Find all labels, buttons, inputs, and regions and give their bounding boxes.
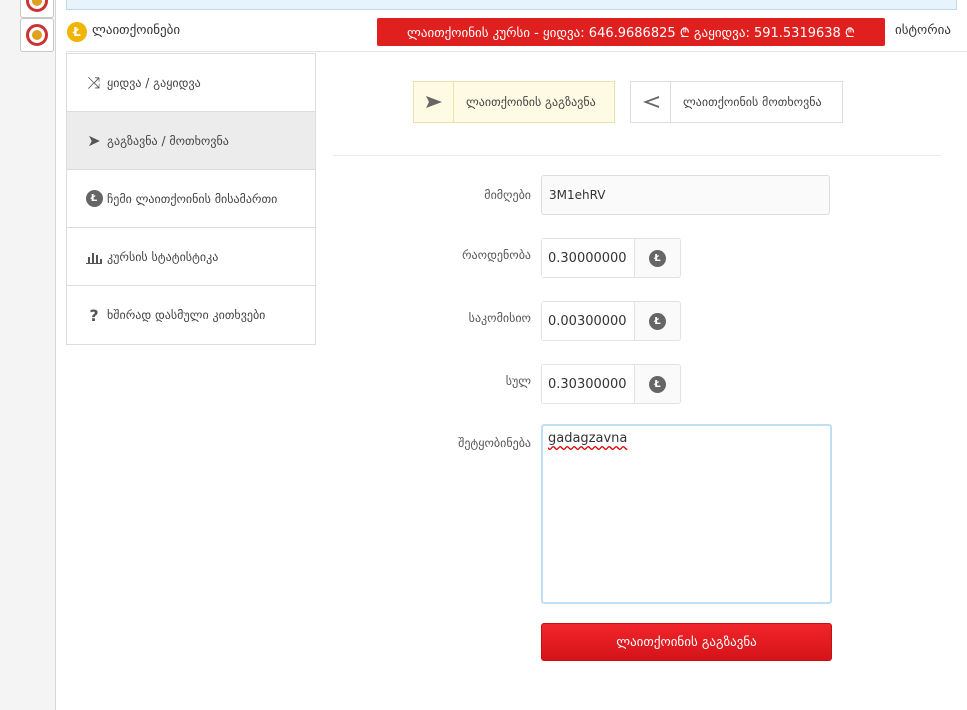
send-icon: ➤: [87, 131, 101, 150]
request-arrow-icon: [631, 82, 671, 122]
shuffle-icon: ⤨: [87, 72, 101, 92]
total-unit: Ł: [635, 365, 680, 403]
exchange-rate-text: ლაითქოინის კურსი - ყიდვა: 646.9686825 ₾ …: [407, 26, 855, 41]
app-icon-button[interactable]: [20, 0, 54, 18]
sidebar-item-label: კურსის სტატისტიკა: [107, 249, 219, 264]
bar-chart-icon: [81, 250, 107, 264]
fee-label: საკომისიო: [468, 311, 531, 325]
notice-strip: [66, 0, 957, 10]
recipient-value: 3M1ehRV: [549, 188, 606, 202]
section-divider: [333, 155, 941, 156]
tab-request-litecoin[interactable]: ლაითქოინის მოთხოვნა: [630, 81, 843, 123]
calendar-app-icon: [26, 24, 48, 46]
left-toolbar: [0, 0, 56, 710]
litecoin-logo-icon: Ł: [67, 22, 87, 42]
message-label: შეტყობინება: [458, 436, 531, 450]
sidebar-item-rate-stats[interactable]: კურსის სტატისტიკა: [67, 228, 315, 286]
send-arrow-icon: [414, 82, 454, 122]
exchange-rate-banner: ლაითქოინის კურსი - ყიდვა: 646.9686825 ₾ …: [377, 18, 885, 46]
amount-label: რაოდენობა: [462, 248, 531, 262]
sidebar-item-faq[interactable]: ? ხშირად დასმული კითხვები: [67, 286, 315, 344]
tab-send-litecoin[interactable]: ლაითქოინის გაგზავნა: [413, 81, 615, 123]
tab-label: ლაითქოინის გაგზავნა: [466, 95, 596, 109]
fee-value: 0.00300000: [542, 302, 635, 340]
amount-unit: Ł: [635, 239, 680, 277]
calendar-app-button[interactable]: [20, 18, 54, 52]
recipient-input[interactable]: 3M1ehRV: [541, 175, 830, 215]
sidebar-item-label: ყიდვა / გაყიდვა: [107, 75, 201, 90]
litecoin-icon: Ł: [649, 249, 666, 267]
send-button-label: ლაითქოინის გაგზავნა: [616, 634, 757, 650]
sidebar-item-buy-sell[interactable]: ⤨ ყიდვა / გაყიდვა: [67, 54, 315, 112]
fee-input[interactable]: 0.00300000 Ł: [541, 301, 681, 341]
message-value: gadagzavna: [548, 431, 628, 446]
total-input[interactable]: 0.30300000 Ł: [541, 364, 681, 404]
sidebar-item-label: ხშირად დასმული კითხვები: [107, 308, 266, 322]
litecoin-icon: Ł: [649, 312, 666, 330]
send-litecoin-button[interactable]: ლაითქოინის გაგზავნა: [541, 623, 832, 661]
message-textarea[interactable]: gadagzavna: [541, 424, 832, 604]
sidebar-item-label: გაგზავნა / მოთხოვნა: [107, 133, 229, 148]
litecoin-glyph: Ł: [85, 190, 103, 207]
history-link[interactable]: ისტორია: [895, 23, 951, 38]
sidebar-menu: ⤨ ყიდვა / გაყიდვა ➤ გაგზავნა / მოთხოვნა …: [66, 53, 316, 345]
brand-title[interactable]: ლაითქოინები: [92, 23, 180, 38]
sidebar-item-send-request[interactable]: ➤ გაგზავნა / მოთხოვნა: [67, 112, 315, 170]
amount-input[interactable]: 0.30000000 Ł: [541, 238, 681, 278]
amount-value: 0.30000000: [542, 239, 635, 277]
recipient-label: მიმღები: [484, 188, 531, 202]
question-icon: ?: [89, 305, 99, 325]
sidebar-item-label: ჩემი ლაითქოინის მისამართი: [107, 191, 278, 206]
tab-label: ლაითქოინის მოთხოვნა: [683, 95, 822, 109]
total-value: 0.30300000: [542, 365, 635, 403]
litecoin-icon: Ł: [649, 375, 666, 393]
sidebar-item-my-address[interactable]: Ł ჩემი ლაითქოინის მისამართი: [67, 170, 315, 228]
page-header: Ł ლაითქოინები ლაითქოინის კურსი - ყიდვა: …: [66, 12, 967, 52]
fee-unit: Ł: [635, 302, 680, 340]
total-label: სულ: [505, 374, 531, 388]
litecoin-icon: Ł: [81, 190, 107, 207]
app-logo-icon: [26, 0, 48, 12]
